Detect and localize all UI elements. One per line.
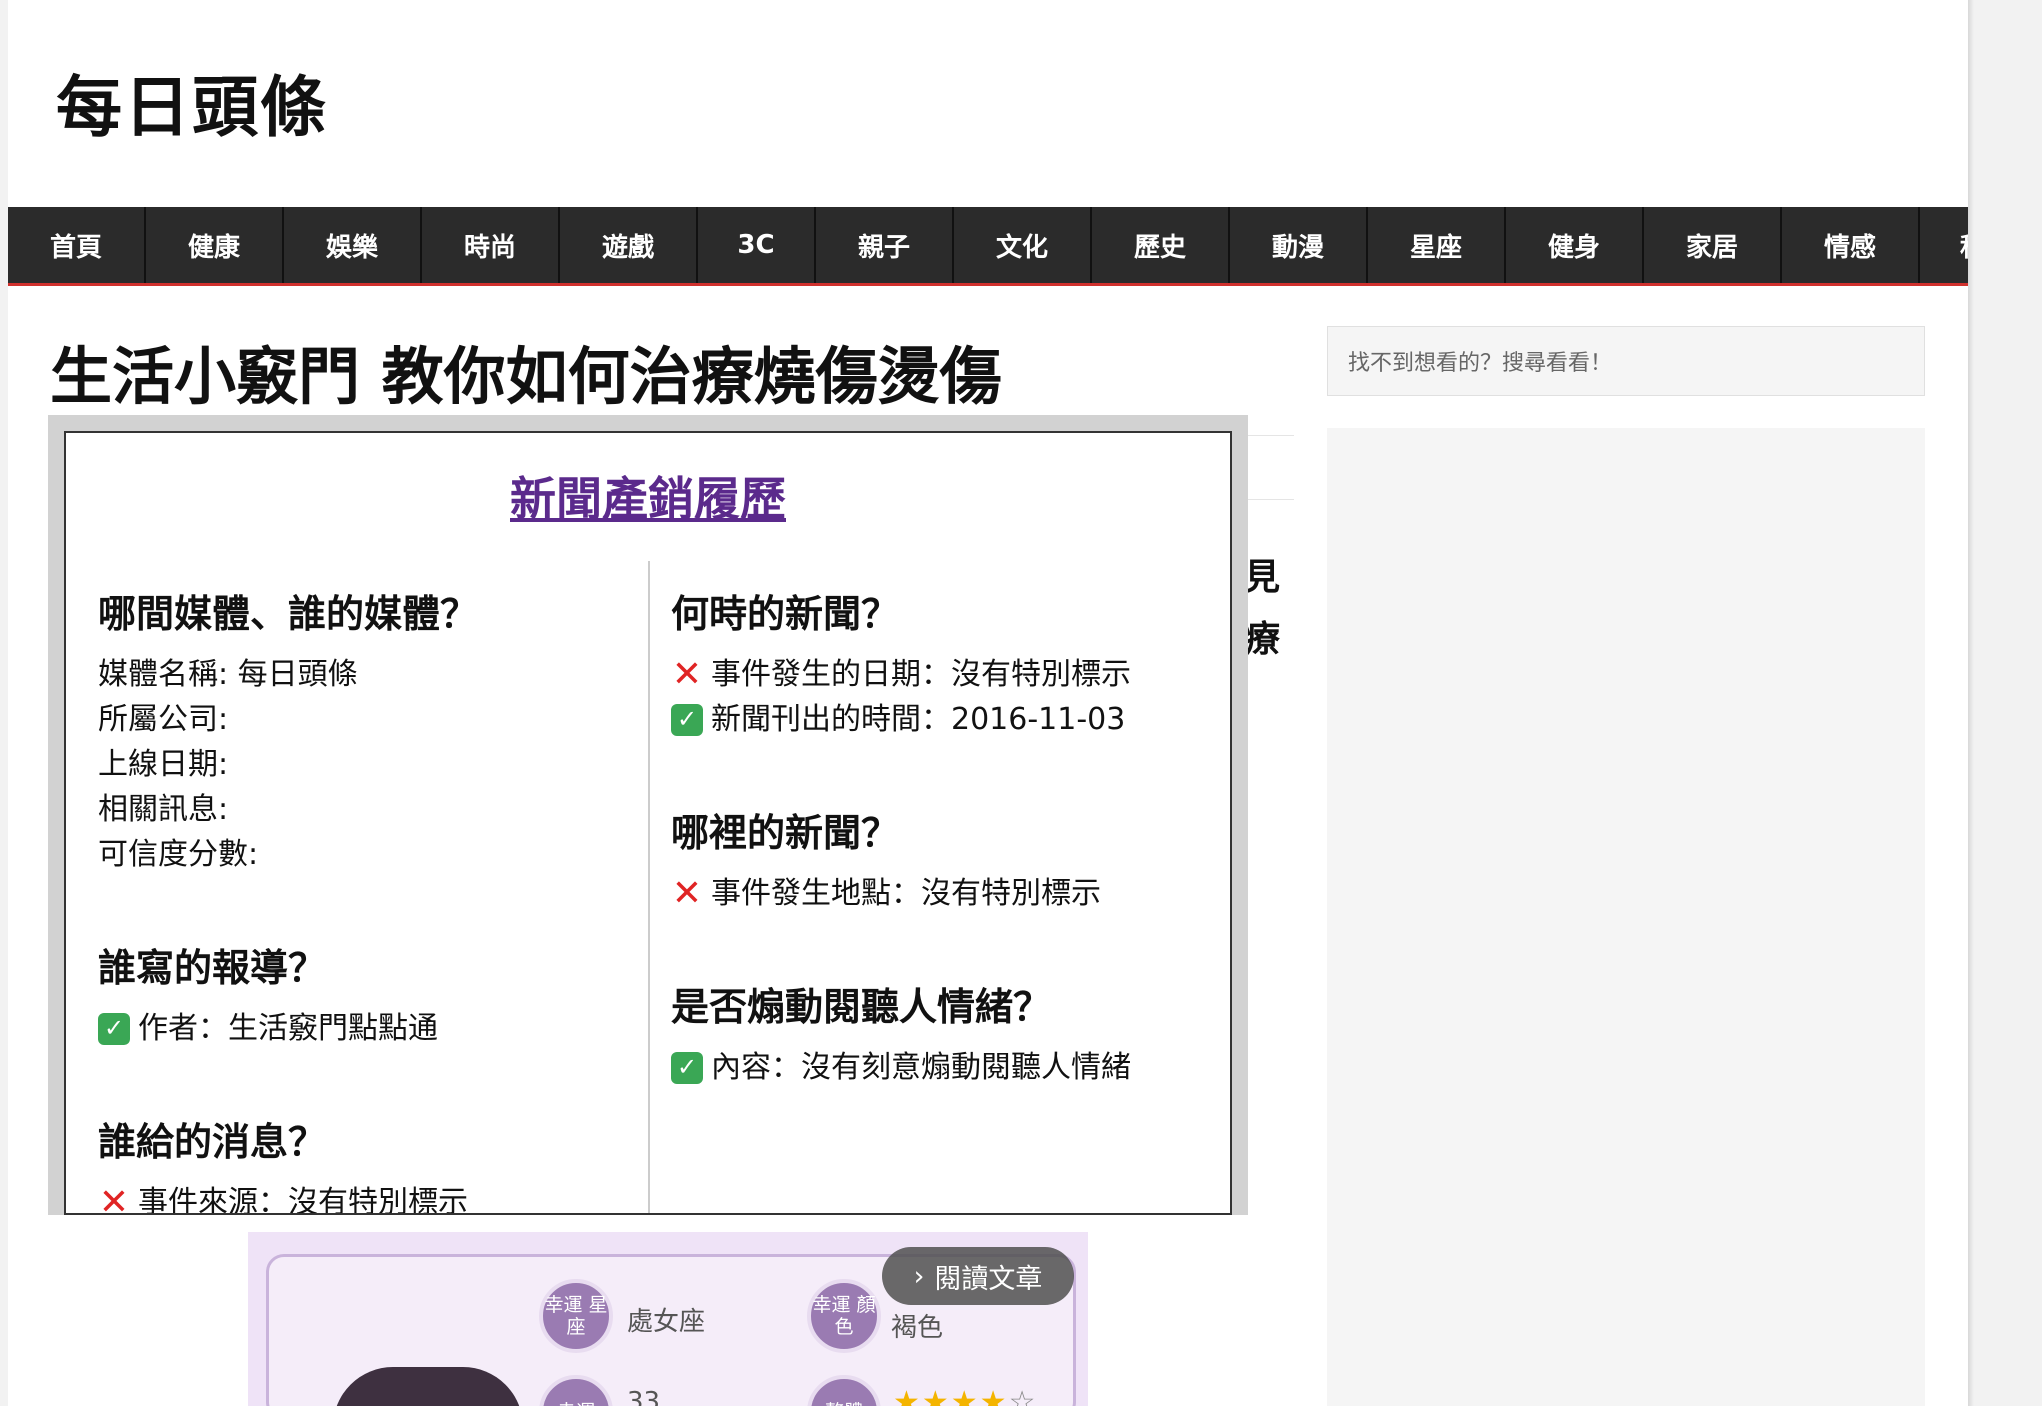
cross-mark-icon: ✕ [98,1182,130,1215]
source-text: 事件來源：沒有特別標示 [138,1185,468,1215]
check-mark-icon: ✓ [671,1051,703,1084]
publish-time-row: ✓ 新聞刊出的時間：2016-11-03 [671,697,1211,742]
nav-item-fashion[interactable]: 時尚 [422,207,560,283]
when-heading: 何時的新聞？ [671,592,900,636]
emotion-heading: 是否煽動閱聽人情緒？ [671,985,1052,1029]
media-related: 相關訊息: [98,792,229,827]
news-record-modal: 新聞產銷履歷 哪間媒體、誰的媒體？ 媒體名稱: 每日頭條 所屬公司: 上線日期:… [64,431,1232,1215]
read-article-button[interactable]: › 閱讀文章 [882,1247,1074,1305]
overall-rating-stars: ★★★★☆ [893,1385,1038,1406]
main-nav: 首頁 健康 娛樂 時尚 遊戲 3C 親子 文化 歷史 動漫 星座 健身 家居 情… [8,207,1968,286]
nav-item-health[interactable]: 健康 [146,207,284,283]
check-mark-icon: ✓ [671,703,703,736]
chevron-right-icon: › [913,1260,925,1292]
nav-item-games[interactable]: 遊戲 [560,207,698,283]
overall-badge: 整體 [807,1375,881,1406]
check-mark-icon: ✓ [98,1012,130,1045]
location-text: 事件發生地點：沒有特別標示 [711,876,1101,911]
lucky-number-badge: 幸運 [539,1375,613,1406]
lucky-color-value: 褐色 [891,1313,944,1343]
nav-item-truncated[interactable]: 科 [1920,207,1968,283]
lucky-number-value: 33 [627,1387,661,1406]
author-text: 作者：生活竅門點點通 [138,1011,438,1046]
modal-left-column: 哪間媒體、誰的媒體？ 媒體名稱: 每日頭條 所屬公司: 上線日期: 相關訊息: … [98,583,628,1215]
modal-title-link[interactable]: 新聞產銷履歷 [66,463,1230,529]
lucky-sign-badge: 幸運 星座 [539,1279,613,1353]
where-heading: 哪裡的新聞？ [671,811,900,855]
nav-item-astrology[interactable]: 星座 [1368,207,1506,283]
article-text-peek: 療 [1244,619,1281,660]
media-heading: 哪間媒體、誰的媒體？ [98,592,479,636]
article-text-peek: 見 [1244,557,1281,598]
site-title[interactable]: 每日頭條 [56,54,328,150]
location-row: ✕ 事件發生地點：沒有特別標示 [671,871,1211,916]
sidebar-widget [1327,428,1925,1406]
nav-item-relationships[interactable]: 情感 [1782,207,1920,283]
nav-item-3c[interactable]: 3C [698,207,816,283]
modal-right-column: 何時的新聞？ ✕ 事件發生的日期：沒有特別標示 ✓ 新聞刊出的時間：2016-1… [671,583,1211,1090]
nav-item-home[interactable]: 首頁 [8,207,146,283]
read-article-label: 閱讀文章 [934,1263,1043,1295]
event-date-text: 事件發生的日期：沒有特別標示 [711,657,1131,692]
nav-item-history[interactable]: 歷史 [1092,207,1230,283]
media-credibility: 可信度分數: [98,837,259,872]
media-company: 所屬公司: [98,702,229,737]
author-row: ✓ 作者：生活竅門點點通 [98,1006,628,1051]
lucky-sign-value: 處女座 [627,1307,706,1337]
media-name: 媒體名稱: 每日頭條 [98,657,358,692]
nav-item-parenting[interactable]: 親子 [816,207,954,283]
event-date-row: ✕ 事件發生的日期：沒有特別標示 [671,652,1211,697]
column-divider [648,561,650,1213]
emotion-row: ✓ 內容：沒有刻意煽動閱聽人情緒 [671,1045,1211,1090]
emotion-text: 內容：沒有刻意煽動閱聽人情緒 [711,1050,1131,1085]
cross-mark-icon: ✕ [671,654,703,695]
source-row: ✕ 事件來源：沒有特別標示 [98,1180,628,1215]
media-online-date: 上線日期: [98,747,229,782]
cross-mark-icon: ✕ [671,873,703,914]
lucky-color-badge: 幸運 顏色 [807,1279,881,1353]
publish-time-text: 新聞刊出的時間：2016-11-03 [711,702,1126,737]
nav-item-fitness[interactable]: 健身 [1506,207,1644,283]
nav-item-home-living[interactable]: 家居 [1644,207,1782,283]
article-title: 生活小竅門 教你如何治療燒傷燙傷 [50,340,1002,413]
nav-item-culture[interactable]: 文化 [954,207,1092,283]
window-edge [1968,0,1974,1406]
search-input[interactable]: 找不到想看的？搜尋看看！ [1327,326,1925,396]
nav-item-entertainment[interactable]: 娛樂 [284,207,422,283]
source-heading: 誰給的消息？ [98,1120,327,1164]
nav-item-anime[interactable]: 動漫 [1230,207,1368,283]
author-heading: 誰寫的報導？ [98,946,327,990]
ad-illustration [333,1367,523,1406]
